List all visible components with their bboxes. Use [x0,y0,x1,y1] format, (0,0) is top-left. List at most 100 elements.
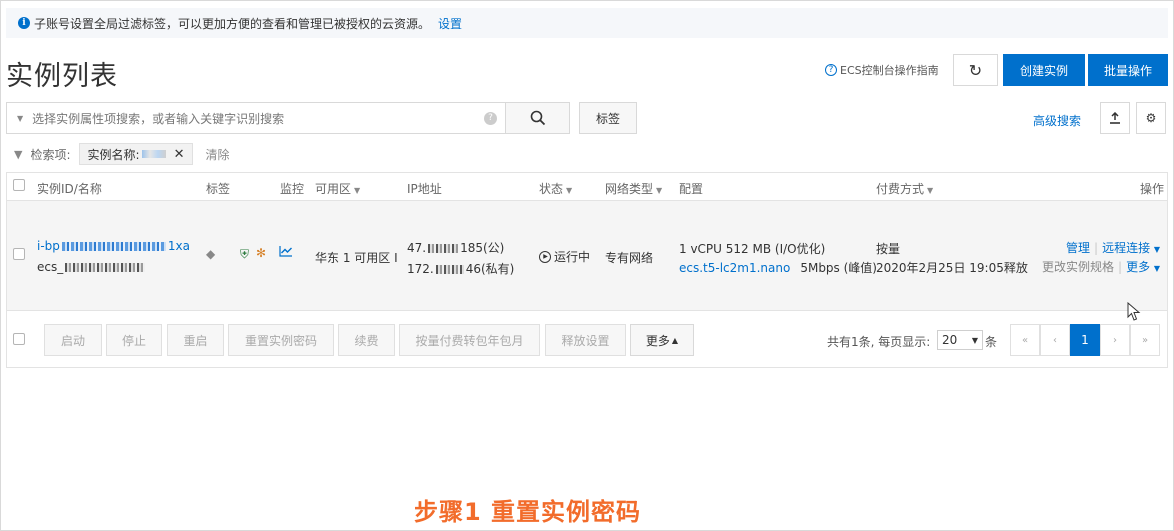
convert-billing-button[interactable]: 按量付费转包年包月 [399,324,540,356]
prev-page-button[interactable]: ‹ [1040,324,1070,356]
filter-chip-label: 实例名称: [87,147,140,162]
col-zone[interactable]: 可用区 ▼ [315,180,360,197]
last-page-button[interactable]: » [1130,324,1160,356]
filter-row: ▼ 检索项: 实例名称: ✕ 清除 [14,143,229,165]
redacted-name [65,263,146,272]
monitor-chart-icon[interactable] [279,245,293,260]
config-type: ecs.t5-lc2m1.nano 5Mbps (峰值) [679,259,877,276]
ip-public: 47. 185(公) [407,241,505,255]
filter-chip[interactable]: 实例名称: ✕ [78,143,194,165]
col-monitor: 监控 [280,182,305,196]
running-icon: ▶ [539,250,551,263]
remote-connect-link[interactable]: 远程连接 ▼ [1102,241,1160,255]
table-row: i-bp 1xa ecs_ ◆ ⛨ ✻ 华东 1 可用区 I 47. 185(公) … [7,201,1167,311]
redacted-ip [435,265,464,274]
select-all-checkbox[interactable] [13,179,25,191]
release-time: 2020年2月25日 19:05释放 [876,261,1028,275]
config-spec: 1 vCPU 512 MB (I/O优化) [679,242,826,256]
col-network[interactable]: 网络类型 ▼ [605,180,662,197]
ip-private: 172. 46(私有) [407,262,515,276]
footer-more-button[interactable]: 更多 ▲ [630,324,694,356]
chevron-down-icon: ▼ [971,335,978,345]
row-actions-bottom: 更改实例规格 | 更多 ▼ [1042,260,1161,274]
row-actions-top: 管理 | 远程连接 ▼ [1066,241,1161,255]
notice-text: 子账号设置全局过滤标签，可以更加方便的查看和管理已被授权的云资源。 [34,16,431,31]
billing-type: 按量 [876,242,901,256]
page-size-select[interactable]: 20 ▼ [937,330,983,350]
settings-button[interactable]: ⚙ [1136,102,1166,134]
export-icon [1110,112,1120,124]
search-input[interactable]: ▼ 选择实例属性项搜索，或者输入关键字识别搜索 ? [6,102,506,134]
mouse-cursor-icon [1127,302,1141,321]
per-page-unit: 条 [985,335,998,349]
col-status[interactable]: 状态 ▼ [539,180,572,197]
tag-icon[interactable]: ◆ [206,247,215,261]
chevron-up-icon: ▲ [671,335,679,345]
batch-operation-button[interactable]: 批量操作 [1088,54,1168,86]
restart-button[interactable]: 重启 [167,324,224,356]
filter-label: 检索项: [30,147,71,162]
shield-icon[interactable]: ⛨ [240,247,249,262]
redacted-ip [428,244,459,253]
instance-table: 实例ID/名称 标签 监控 可用区 ▼ IP地址 状态 ▼ 网络类型 ▼ 配置 付费方… [6,172,1168,368]
search-icon [530,110,545,126]
clear-filter-link[interactable]: 清除 [205,146,229,163]
zone-value: 华东 1 可用区 I [315,251,398,265]
redacted-id [61,242,166,251]
console-guide-link[interactable]: ? ECS控制台操作指南 [825,62,939,78]
change-spec-link[interactable]: 更改实例规格 [1042,260,1114,274]
renew-button[interactable]: 续费 [338,324,395,356]
chevron-down-icon: ▼ [927,186,934,195]
reset-password-button[interactable]: 重置实例密码 [228,324,334,356]
search-button[interactable] [506,102,570,134]
start-button[interactable]: 启动 [44,324,102,356]
row-more-link[interactable]: 更多 ▼ [1126,260,1160,274]
search-placeholder: 选择实例属性项搜索，或者输入关键字识别搜索 [32,111,285,126]
refresh-icon: ↻ [968,60,983,80]
page-title: 实例列表 [6,61,118,92]
refresh-button[interactable]: ↻ [953,54,998,86]
chevron-down-icon: ▼ [566,186,573,195]
first-page-button[interactable]: « [1010,324,1040,356]
instance-id[interactable]: i-bp 1xa [37,239,190,253]
footer-select-all-checkbox[interactable] [13,333,25,345]
info-icon: i [18,17,30,29]
table-footer: 启动 停止 重启 重置实例密码 续费 按量付费转包年包月 释放设置 更多 ▲ 共有… [7,311,1167,367]
notice-bar: i 子账号设置全局过滤标签，可以更加方便的查看和管理已被授权的云资源。 设置 [6,8,1168,38]
release-settings-button[interactable]: 释放设置 [545,324,626,356]
network-type: 专有网络 [605,251,654,265]
manage-link[interactable]: 管理 [1066,241,1090,255]
filter-icon: ▼ [14,147,23,161]
col-config: 配置 [679,182,704,196]
stop-button[interactable]: 停止 [106,324,162,356]
advanced-search-link[interactable]: 高级搜索 [1033,112,1081,129]
bandwidth: 5Mbps (峰值) [800,261,877,275]
chevron-down-icon: ▼ [656,186,663,195]
page-1-button[interactable]: 1 [1070,324,1100,356]
next-page-button[interactable]: › [1100,324,1130,356]
chevron-down-icon[interactable]: ▼ [17,114,23,123]
col-tags: 标签 [206,182,231,196]
security-center-icon[interactable]: ✻ [256,246,266,260]
step-caption: 步骤1 重置实例密码 [414,498,642,526]
redacted-value [141,150,166,158]
table-header: 实例ID/名称 标签 监控 可用区 ▼ IP地址 状态 ▼ 网络类型 ▼ 配置 付费方… [7,173,1167,201]
help-icon: ? [825,64,837,76]
col-ip: IP地址 [407,182,442,196]
col-billing[interactable]: 付费方式 ▼ [876,180,933,197]
col-id-name: 实例ID/名称 [37,182,102,196]
tag-button[interactable]: 标签 [579,102,637,134]
close-icon[interactable]: ✕ [174,147,185,162]
chevron-down-icon: ▼ [354,186,361,195]
total-count: 共有1条, 每页显示: [827,335,931,349]
help-icon[interactable]: ? [484,111,497,125]
notice-settings-link[interactable]: 设置 [438,15,462,32]
console-guide-label: ECS控制台操作指南 [840,64,939,77]
export-button[interactable] [1100,102,1130,134]
gear-icon: ⚙ [1145,111,1157,125]
row-checkbox[interactable] [13,248,25,260]
instance-name: ecs_ [37,260,146,274]
create-instance-button[interactable]: 创建实例 [1003,54,1085,86]
instance-type-link[interactable]: ecs.t5-lc2m1.nano [679,261,790,275]
status-badge: ▶ 运行中 [539,248,590,265]
